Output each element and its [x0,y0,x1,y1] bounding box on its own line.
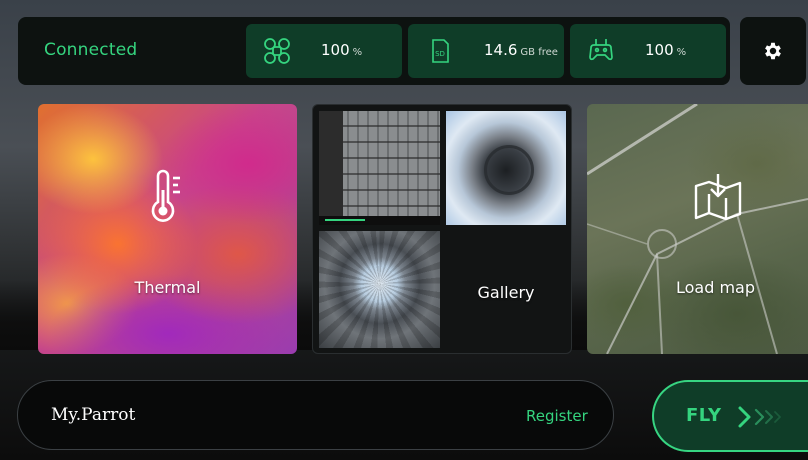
drone-battery-value: 100% [321,41,363,59]
map-download-icon [692,172,744,228]
map-roads [587,104,808,354]
thermometer-icon [148,168,188,232]
chevron-right-icon [736,404,792,434]
sd-card-icon: SD [424,36,454,66]
my-parrot-logo: My.Parrot [51,405,136,425]
connection-status: Connected [44,40,138,60]
status-bar: Connected 100% SD 14.6 GB free 100 % [18,17,730,85]
register-link[interactable]: Register [526,407,588,425]
gallery-thumbnail-video [319,111,440,225]
thermal-label: Thermal [134,278,201,297]
storage-value: 14.6 GB free [484,41,558,59]
load-map-label: Load map [675,278,755,297]
thermal-tile[interactable]: Thermal [38,104,297,354]
drone-icon [262,36,292,66]
gallery-thumbnail-tunnel [319,231,440,348]
storage-pill[interactable]: SD 14.6 GB free [408,24,564,78]
load-map-tile[interactable]: Load map [587,104,808,354]
svg-text:SD: SD [435,50,445,58]
fly-label: FLY [686,405,722,426]
gallery-tile[interactable]: Gallery [312,104,572,354]
gallery-thumbnail-planet [446,111,566,225]
controller-battery-pill[interactable]: 100% [570,24,726,78]
my-parrot-bar[interactable]: My.Parrot Register [17,380,614,450]
drone-battery-pill[interactable]: 100% [246,24,402,78]
controller-battery-value: 100% [645,41,687,59]
gallery-label: Gallery [477,283,535,302]
controller-icon [586,36,616,66]
gear-icon [765,42,781,60]
fly-button[interactable]: FLY [652,380,808,452]
settings-button[interactable] [740,17,806,85]
